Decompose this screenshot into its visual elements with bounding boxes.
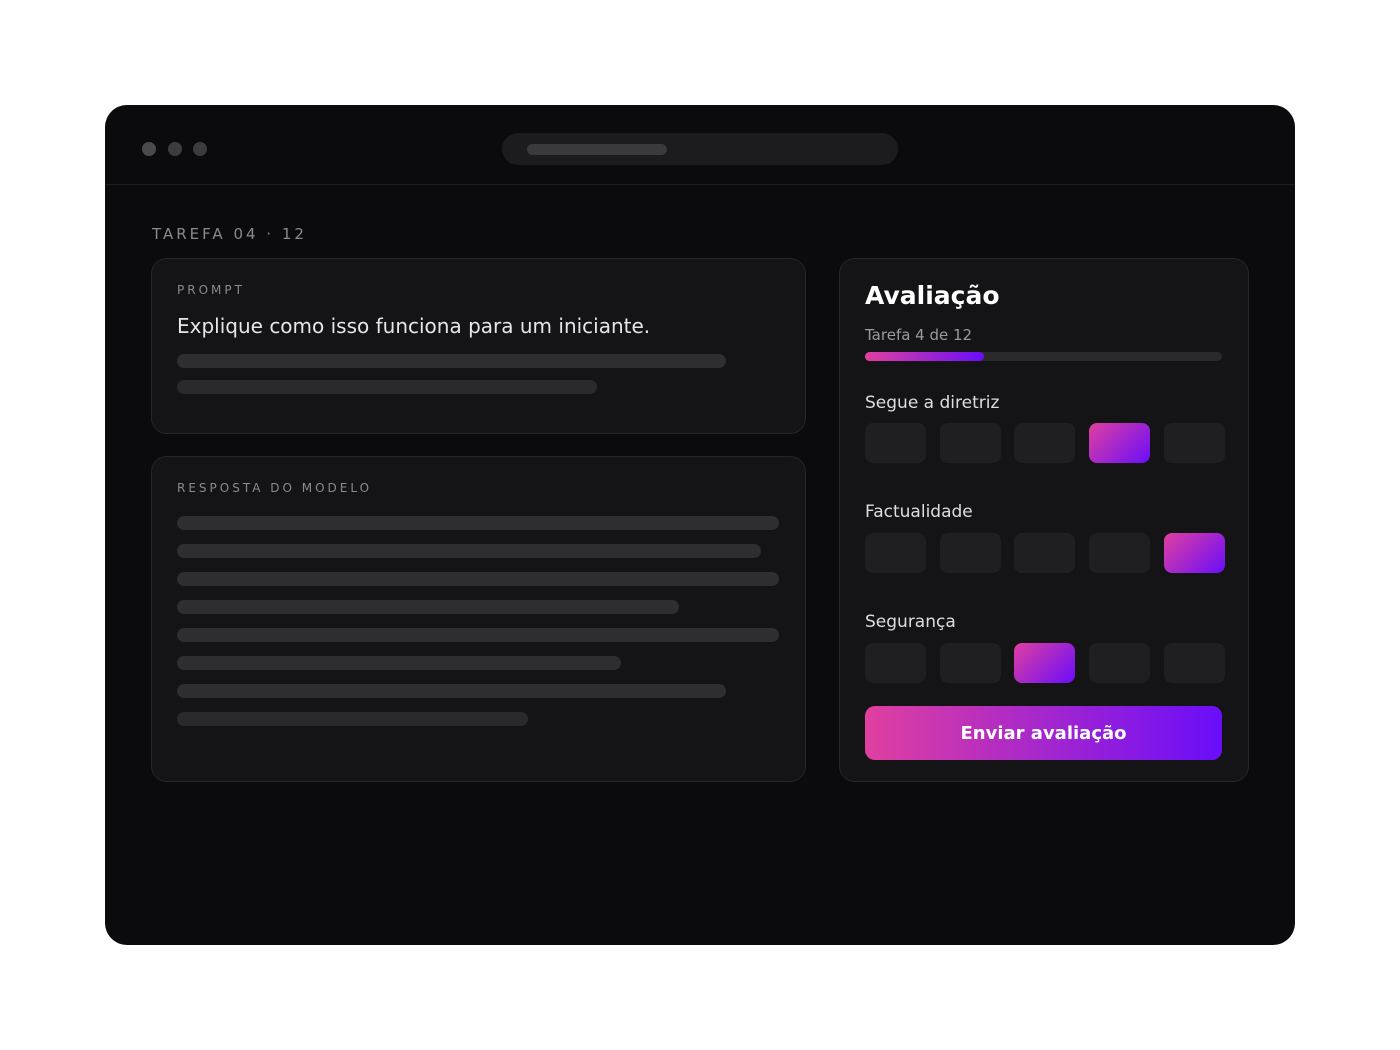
response-placeholder-line [177, 572, 779, 586]
prompt-section-label: PROMPT [177, 283, 245, 297]
rating-option-1[interactable] [865, 423, 926, 463]
address-bar[interactable] [502, 133, 898, 165]
progress-label: Tarefa 4 de 12 [865, 326, 973, 344]
rating-option-3[interactable] [1014, 533, 1076, 573]
criterion-label-guideline: Segue a diretriz [865, 393, 1000, 413]
prompt-text: Explique como isso funciona para um inic… [177, 314, 651, 338]
prompt-card: PROMPT Explique como isso funciona para … [151, 258, 806, 434]
rating-option-5[interactable] [1163, 423, 1225, 463]
response-placeholder-line [177, 544, 761, 558]
title-bar [105, 105, 1295, 185]
criterion-label-factuality: Factualidade [865, 502, 973, 522]
prompt-placeholder-line [177, 354, 726, 368]
submit-evaluation-button[interactable]: Enviar avaliação [865, 706, 1222, 760]
response-placeholder-line [177, 712, 528, 726]
rating-option-4[interactable] [1089, 533, 1151, 573]
evaluation-panel: Avaliação Tarefa 4 de 12 Segue a diretri… [839, 258, 1249, 782]
task-counter: TAREFA 04 · 12 [152, 225, 307, 243]
rating-option-5[interactable] [1163, 533, 1225, 573]
rating-option-1[interactable] [865, 643, 926, 683]
response-placeholder-line [177, 600, 679, 614]
rating-row-factuality [865, 533, 1225, 573]
rating-row-safety [865, 643, 1225, 683]
response-card: RESPOSTA DO MODELO [151, 456, 806, 782]
window-close-dot[interactable] [142, 142, 156, 156]
response-placeholder-line [177, 684, 726, 698]
response-placeholder-line [177, 656, 621, 670]
prompt-placeholder-line [177, 380, 597, 394]
rating-option-5[interactable] [1163, 643, 1225, 683]
evaluation-title: Avaliação [865, 281, 1000, 310]
window-minimize-dot[interactable] [168, 142, 182, 156]
progress-bar-fill [865, 352, 984, 361]
rating-option-2[interactable] [939, 423, 1001, 463]
rating-option-2[interactable] [939, 643, 1001, 683]
rating-option-1[interactable] [865, 533, 926, 573]
address-placeholder [527, 144, 667, 155]
response-placeholder-line [177, 516, 779, 530]
window-maximize-dot[interactable] [193, 142, 207, 156]
rating-option-3[interactable] [1014, 643, 1076, 683]
rating-option-3[interactable] [1014, 423, 1076, 463]
progress-bar [865, 352, 1222, 361]
criterion-label-safety: Segurança [865, 612, 956, 632]
rating-option-2[interactable] [939, 533, 1001, 573]
app-window: TAREFA 04 · 12 PROMPT Explique como isso… [105, 105, 1295, 945]
response-section-label: RESPOSTA DO MODELO [177, 481, 373, 495]
response-placeholder-line [177, 628, 779, 642]
rating-option-4[interactable] [1089, 643, 1151, 683]
rating-option-4[interactable] [1089, 423, 1151, 463]
rating-row-guideline [865, 423, 1225, 463]
